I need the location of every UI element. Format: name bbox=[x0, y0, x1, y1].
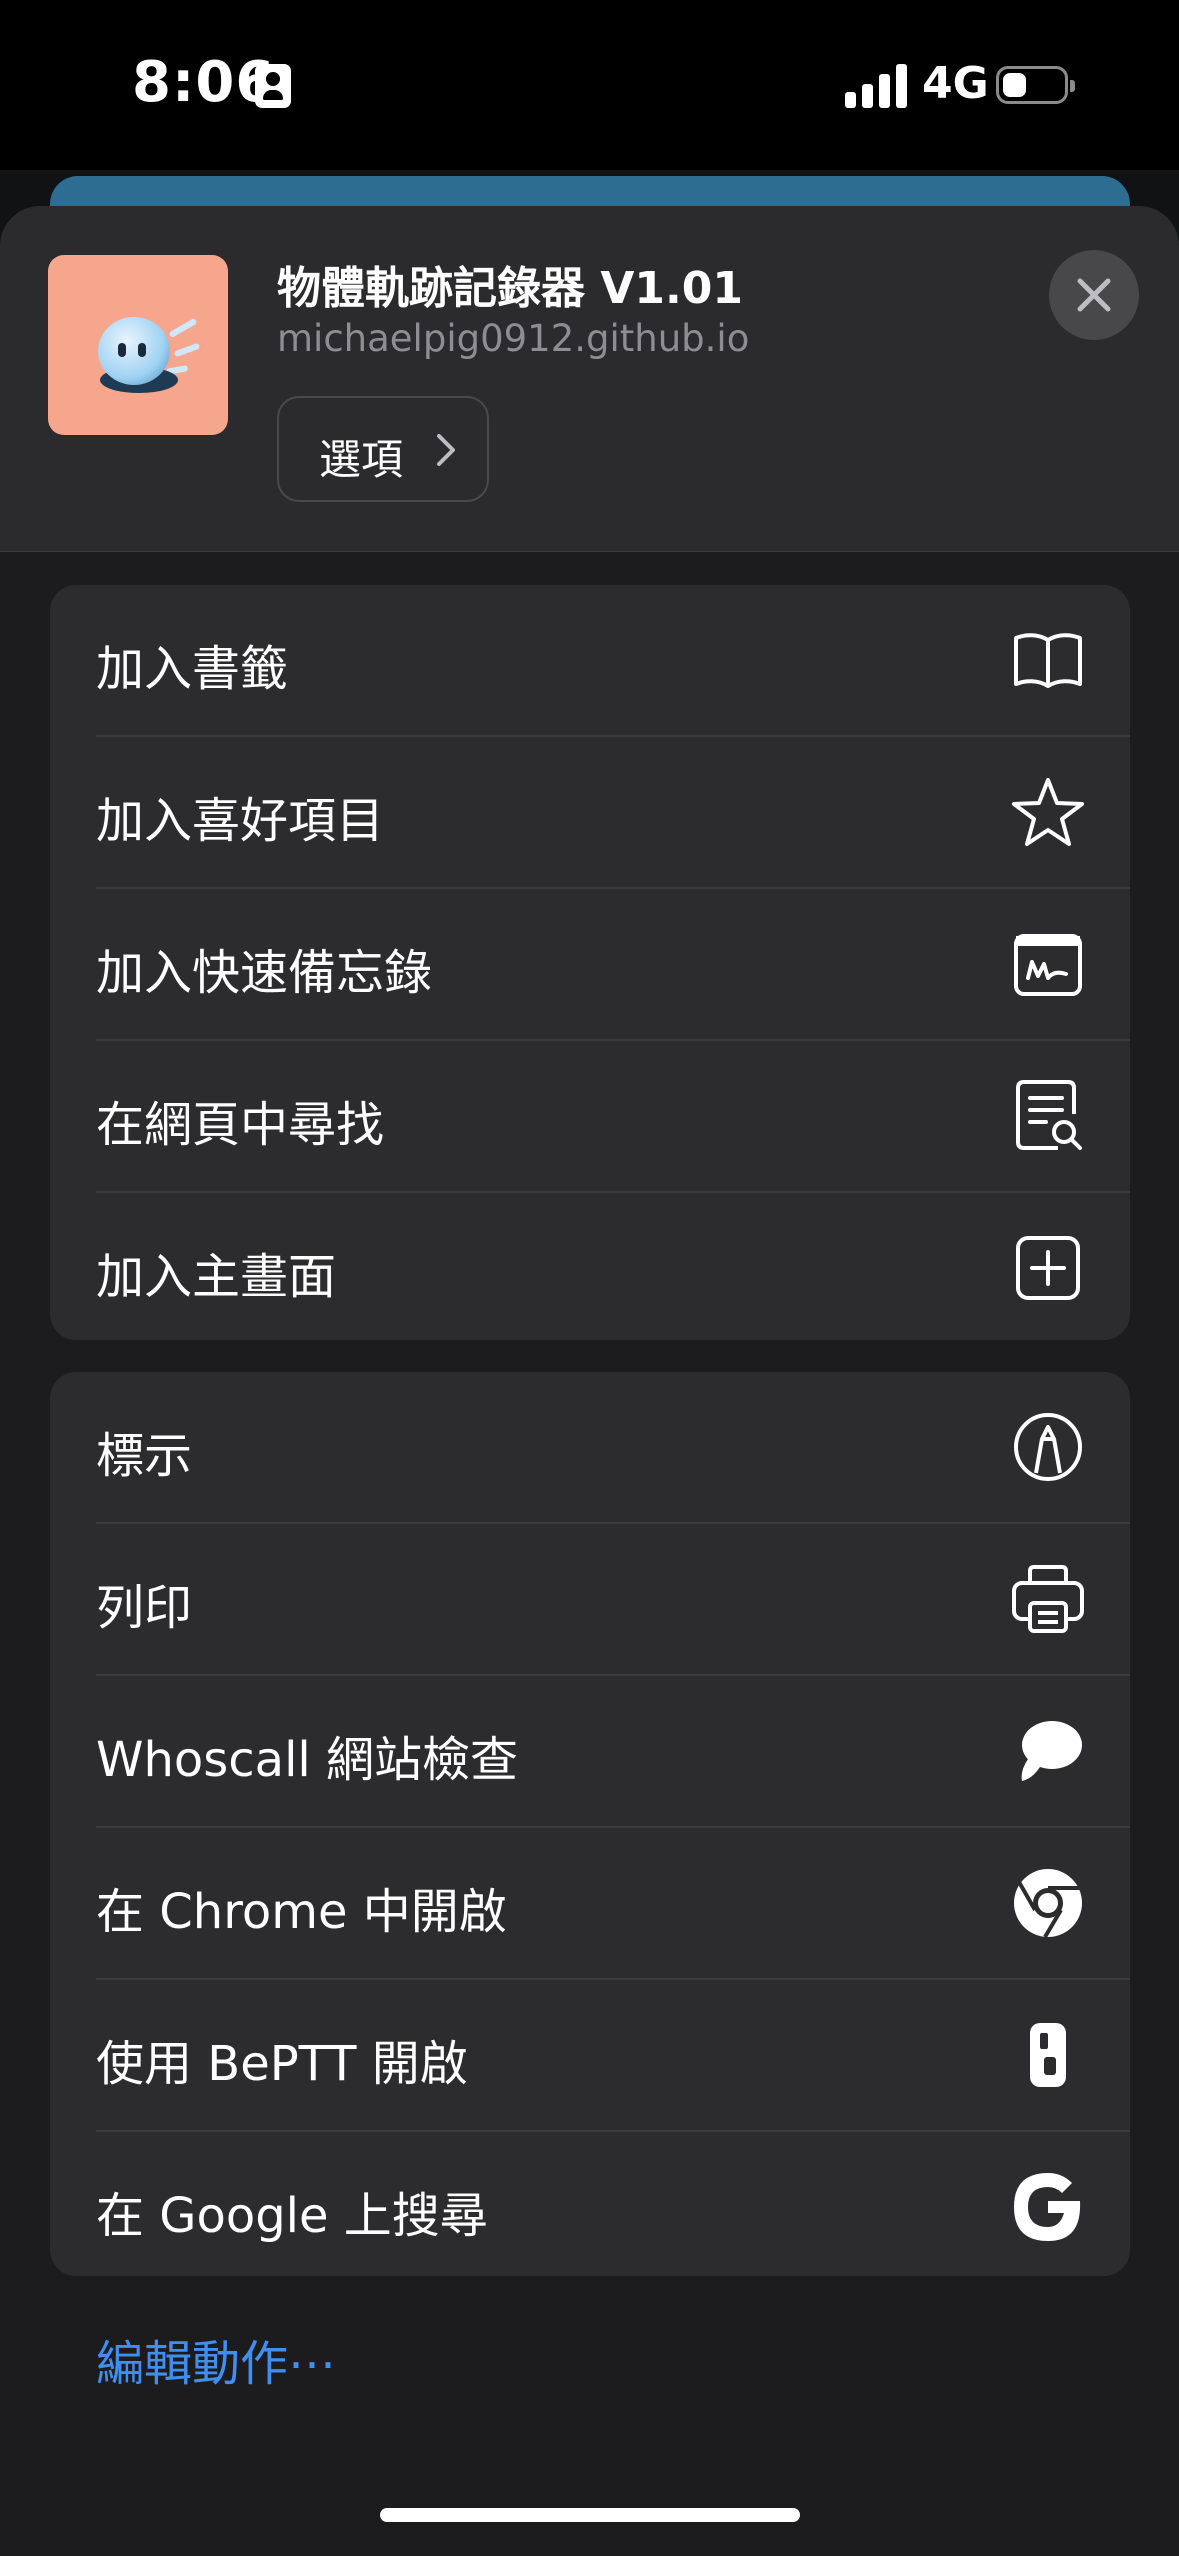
find-in-page-icon bbox=[1010, 1078, 1086, 1154]
battery-icon bbox=[996, 66, 1075, 104]
action-label: 加入喜好項目 bbox=[96, 793, 385, 849]
network-type: 4G bbox=[922, 58, 989, 109]
book-icon bbox=[1010, 622, 1086, 698]
quick-note-icon bbox=[1010, 926, 1086, 1002]
action-label: Whoscall 網站檢查 bbox=[96, 1732, 518, 1788]
site-domain: michaelpig0912.github.io bbox=[277, 317, 750, 360]
actions-group-extensions: 標示 列印 Whoscall 網站檢查 在 Chrome 中開啟 使用 BePT… bbox=[50, 1372, 1130, 2276]
action-label: 在 Chrome 中開啟 bbox=[96, 1884, 507, 1940]
close-button[interactable] bbox=[1049, 250, 1139, 340]
action-label: 在 Google 上搜尋 bbox=[96, 2188, 488, 2244]
action-add-favorite[interactable]: 加入喜好項目 bbox=[50, 737, 1130, 887]
home-indicator[interactable] bbox=[380, 2508, 800, 2522]
actions-group-primary: 加入書籤 加入喜好項目 加入快速備忘錄 在網頁中尋找 加入主畫面 bbox=[50, 585, 1130, 1340]
status-bar: 8:06 4G bbox=[0, 0, 1179, 170]
options-label: 選項 bbox=[319, 435, 404, 484]
edit-actions-link[interactable]: 編輯動作⋯ bbox=[96, 2324, 336, 2394]
google-icon bbox=[1010, 2169, 1086, 2245]
star-icon bbox=[1010, 774, 1086, 850]
action-label: 加入快速備忘錄 bbox=[96, 945, 433, 1001]
beptt-icon bbox=[1010, 2017, 1086, 2093]
options-button[interactable]: 選項 bbox=[277, 396, 489, 502]
markup-icon bbox=[1010, 1409, 1086, 1485]
site-title: 物體軌跡記錄器 V1.01 bbox=[277, 263, 743, 314]
action-markup[interactable]: 標示 bbox=[50, 1372, 1130, 1522]
contact-card-icon bbox=[255, 64, 291, 108]
action-label: 列印 bbox=[96, 1580, 193, 1636]
action-find-in-page[interactable]: 在網頁中尋找 bbox=[50, 1041, 1130, 1191]
site-thumbnail bbox=[48, 255, 228, 435]
action-search-on-google[interactable]: 在 Google 上搜尋 bbox=[50, 2132, 1130, 2276]
action-print[interactable]: 列印 bbox=[50, 1524, 1130, 1674]
whoscall-icon bbox=[1010, 1713, 1086, 1789]
action-add-quick-note[interactable]: 加入快速備忘錄 bbox=[50, 889, 1130, 1039]
share-sheet-header: 物體軌跡記錄器 V1.01 michaelpig0912.github.io 選… bbox=[0, 206, 1179, 552]
action-label: 標示 bbox=[96, 1428, 193, 1484]
cellular-signal-icon bbox=[845, 62, 907, 108]
battery-level bbox=[1003, 73, 1027, 97]
action-label: 加入主畫面 bbox=[96, 1249, 337, 1305]
action-add-to-home-screen[interactable]: 加入主畫面 bbox=[50, 1193, 1130, 1340]
action-open-in-chrome[interactable]: 在 Chrome 中開啟 bbox=[50, 1828, 1130, 1978]
action-open-with-beptt[interactable]: 使用 BePTT 開啟 bbox=[50, 1980, 1130, 2130]
action-label: 使用 BePTT 開啟 bbox=[96, 2036, 468, 2092]
add-square-icon bbox=[1010, 1230, 1086, 1306]
chrome-icon bbox=[1010, 1865, 1086, 1941]
printer-icon bbox=[1010, 1561, 1086, 1637]
status-time: 8:06 bbox=[132, 50, 276, 115]
close-icon bbox=[1077, 278, 1111, 312]
chevron-right-icon bbox=[437, 434, 455, 466]
action-label: 在網頁中尋找 bbox=[96, 1097, 385, 1153]
action-add-bookmark[interactable]: 加入書籤 bbox=[50, 585, 1130, 735]
action-whoscall-check[interactable]: Whoscall 網站檢查 bbox=[50, 1676, 1130, 1826]
action-label: 加入書籤 bbox=[96, 641, 289, 697]
